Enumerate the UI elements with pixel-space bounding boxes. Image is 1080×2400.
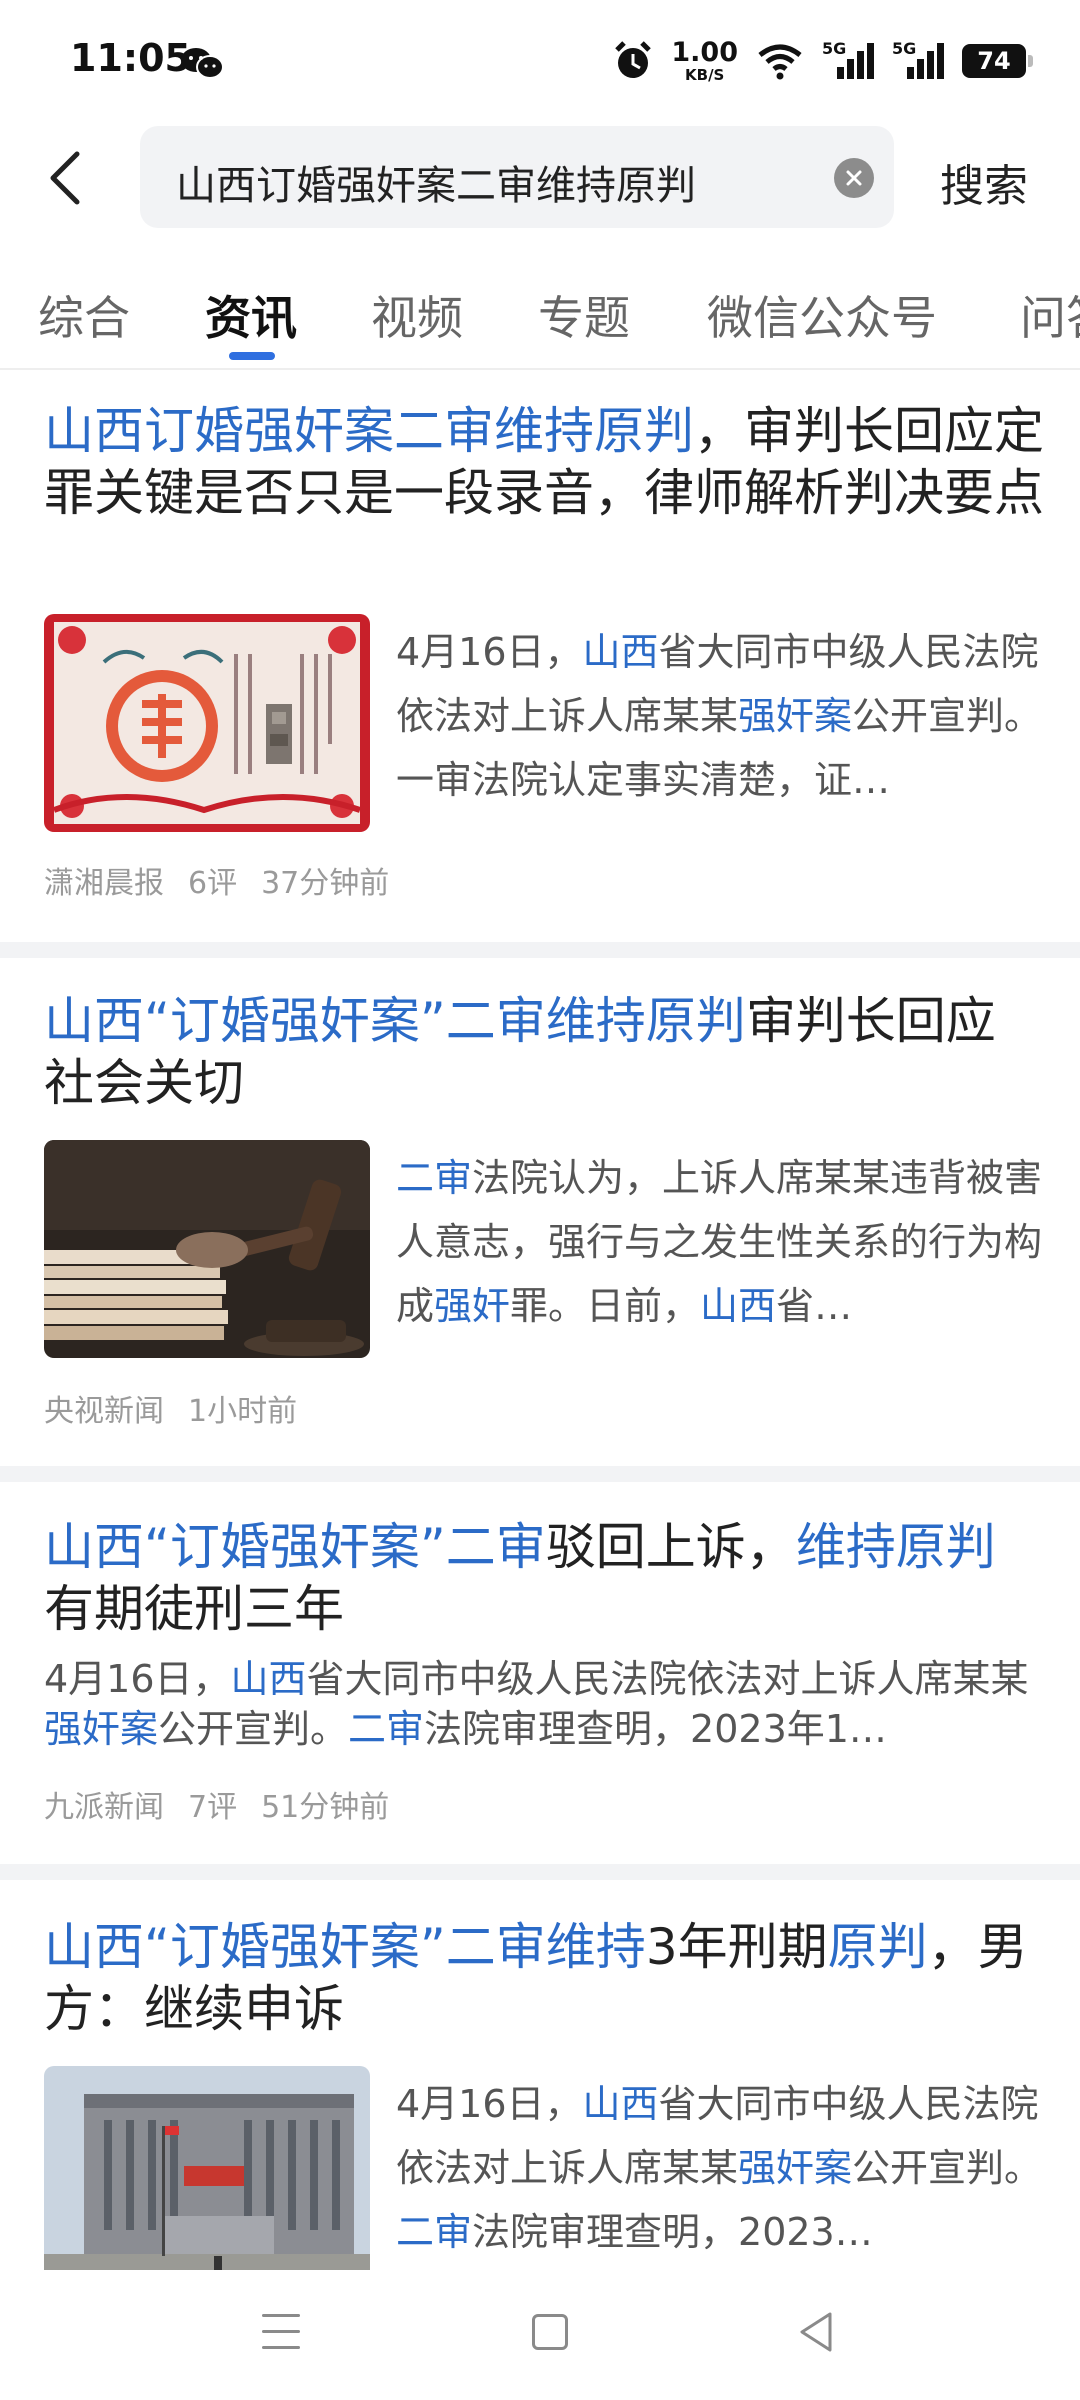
separator (0, 1466, 1080, 1482)
news-title[interactable]: 山西“订婚强奸案”二审维持原判审判长回应社会关切 (44, 990, 1044, 1114)
news-time: 37分钟前 (261, 866, 390, 901)
tab-wechat[interactable]: 微信公众号 (707, 282, 937, 348)
tab-topics[interactable]: 专题 (538, 282, 630, 348)
news-comments: 6评 (188, 866, 238, 901)
marriage-certificate-image (44, 614, 370, 832)
news-meta: 央视新闻 1小时前 (44, 1386, 321, 1430)
category-tabs: 综合 资讯 视频 专题 微信公众号 问答 (0, 270, 1080, 366)
news-title[interactable]: 山西“订婚强奸案”二审驳回上诉，维持原判有期徒刑三年 (44, 1516, 1044, 1640)
news-snippet: 4月16日，山西省大同市中级人民法院依法对上诉人席某某强奸案公开宣判。二审法院审… (44, 1657, 1029, 1751)
nav-home-icon[interactable] (532, 2314, 568, 2350)
nav-back-icon[interactable] (796, 2310, 836, 2354)
news-item[interactable]: 山西“订婚强奸案”二审维持3年刑期原判，男方：继续申诉 4月16日，山西省大同市… (0, 1916, 1080, 2270)
status-time: 11:05 (70, 36, 191, 80)
news-meta: 九派新闻 7评 51分钟前 (44, 1782, 413, 1826)
tab-all[interactable]: 综合 (38, 282, 130, 348)
news-source[interactable]: 潇湘晨报 (44, 866, 164, 901)
news-meta: 潇湘晨报 6评 37分钟前 (44, 858, 413, 902)
news-item[interactable]: 山西“订婚强奸案”二审维持原判审判长回应社会关切 二审法院认为，上诉人席某某违背… (0, 990, 1080, 1460)
news-thumbnail[interactable] (44, 2066, 370, 2270)
news-source[interactable]: 九派新闻 (44, 1790, 164, 1825)
clear-icon (846, 170, 862, 186)
news-item[interactable]: 山西订婚强奸案二审维持原判，审判长回应定罪关键是否只是一段录音，律师解析判决要点 (0, 400, 1080, 940)
search-input[interactable]: 山西订婚强奸案二审维持原判 (140, 126, 894, 228)
net-speed: 1.00 KB/S (671, 37, 738, 84)
news-title[interactable]: 山西“订婚强奸案”二审维持3年刑期原判，男方：继续申诉 (44, 1916, 1044, 2040)
search-button[interactable]: 搜索 (940, 150, 1028, 214)
signal-icon: 5G (822, 39, 874, 83)
system-nav-bar (0, 2270, 1080, 2400)
news-time: 1小时前 (188, 1394, 298, 1429)
wechat-icon (181, 48, 224, 79)
news-title[interactable]: 山西订婚强奸案二审维持原判，审判长回应定罪关键是否只是一段录音，律师解析判决要点 (44, 400, 1044, 524)
back-button[interactable] (36, 146, 92, 210)
separator (0, 942, 1080, 958)
alarm-icon (615, 41, 652, 78)
news-thumbnail[interactable] (44, 614, 370, 832)
battery-icon: 74 (962, 44, 1033, 78)
nav-menu-icon[interactable] (262, 2314, 300, 2350)
news-item[interactable]: 山西“订婚强奸案”二审驳回上诉，维持原判有期徒刑三年 4月16日，山西省大同市中… (0, 1516, 1080, 1856)
news-comments: 7评 (188, 1790, 238, 1825)
news-source[interactable]: 央视新闻 (44, 1394, 164, 1429)
tab-video[interactable]: 视频 (371, 282, 463, 348)
back-arrow-icon (50, 151, 80, 205)
gavel-image (44, 1140, 370, 1358)
news-time: 51分钟前 (261, 1790, 390, 1825)
news-thumbnail[interactable] (44, 1140, 370, 1358)
news-snippet: 4月16日，山西省大同市中级人民法院依法对上诉人席某某强奸案公开宣判。二审法院审… (396, 2082, 1043, 2254)
search-query: 山西订婚强奸案二审维持原判 (176, 163, 696, 209)
tab-indicator (229, 352, 275, 360)
news-snippet: 二审法院认为，上诉人席某某违背被害人意志，强行与之发生性关系的行为构成强奸罪。日… (396, 1156, 1043, 1328)
courthouse-image (44, 2066, 370, 2270)
news-snippet: 4月16日，山西省大同市中级人民法院依法对上诉人席某某强奸案公开宣判。一审法院认… (396, 630, 1043, 802)
status-bar: 11:05 1.00 KB/S 5G 5G 74 (0, 0, 1080, 120)
divider (0, 368, 1080, 370)
clear-button[interactable] (834, 158, 874, 198)
signal-icon: 5G (892, 39, 944, 83)
wifi-icon (758, 44, 802, 80)
tab-news[interactable]: 资讯 (205, 282, 297, 348)
tab-qa[interactable]: 问答 (1020, 282, 1080, 348)
separator (0, 1864, 1080, 1880)
